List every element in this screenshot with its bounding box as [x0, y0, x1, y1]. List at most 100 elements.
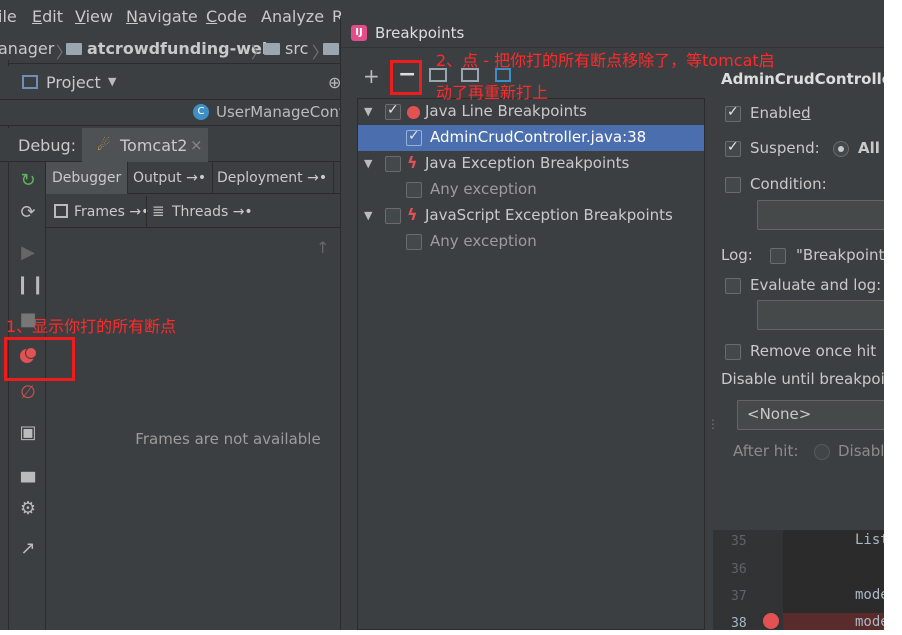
code-gutter: 35 36 37 38	[713, 530, 783, 630]
project-tool-header: Project ▼ ⊕	[0, 66, 341, 100]
line-number: 36	[731, 562, 747, 577]
condition-checkbox[interactable]	[725, 177, 741, 193]
divider	[146, 196, 147, 228]
suspend-all-label: All	[858, 139, 880, 157]
pin-tab-icon: →•	[307, 170, 328, 186]
tab-deployment[interactable]: Deployment →•	[211, 162, 335, 194]
line-number: 35	[731, 534, 747, 549]
chevron-down-icon[interactable]: ▼	[108, 75, 116, 88]
breakpoints-dialog: IJ Breakpoints + − ▼ Java Line Breakpoin…	[340, 18, 884, 630]
breadcrumb-project[interactable]: atcrowdfunding-web	[66, 39, 273, 58]
camera-icon[interactable]: ▣	[15, 420, 41, 446]
annotation-box-breakpoints-button	[4, 337, 75, 381]
evaluate-log-label: Evaluate and log:	[750, 276, 882, 294]
condition-input[interactable]	[757, 200, 884, 230]
suspend-label: Suspend:	[750, 139, 820, 157]
threads-icon: ≣	[152, 202, 165, 220]
chevron-down-icon[interactable]: ▼	[364, 209, 372, 222]
tree-label: Java Line Breakpoints	[425, 102, 587, 120]
remove-once-hit-checkbox[interactable]	[725, 344, 741, 360]
line-breakpoint-icon	[407, 106, 420, 119]
tree-label: Java Exception Breakpoints	[425, 154, 630, 172]
group-checkbox[interactable]	[385, 156, 401, 172]
layout-icon[interactable]: ▄	[15, 460, 41, 486]
debug-toolbar: ↻ ⟳ ▶ ❙❙ ■ ∅ ▣ ▄ ⚙ ↗	[9, 162, 46, 630]
line-number: 37	[731, 589, 747, 604]
menu-file[interactable]: ile	[0, 7, 17, 26]
menu-view[interactable]: View	[75, 7, 113, 26]
arrow-up-icon[interactable]: ↑	[316, 238, 329, 257]
restart-icon[interactable]: ⟳	[15, 200, 41, 226]
tree-group-java-exception[interactable]: ▼ ϟ Java Exception Breakpoints	[358, 151, 704, 177]
menu-edit[interactable]: Edit	[32, 7, 63, 26]
frames-icon	[54, 204, 68, 218]
breadcrumb-module[interactable]: anager	[0, 39, 54, 58]
breadcrumb-src[interactable]: src	[264, 39, 308, 58]
tomcat-icon: ☄	[97, 136, 111, 154]
folder-icon	[264, 43, 280, 55]
annotation-step1: 1、显示你打的所有断点	[6, 317, 177, 336]
debug-label: Debug:	[18, 136, 77, 155]
tree-item-any-exception[interactable]: Any exception	[358, 229, 704, 255]
chevron-down-icon[interactable]: ▼	[364, 157, 372, 170]
frames-tab[interactable]: Frames →•	[74, 204, 149, 220]
tree-label: JavaScript Exception Breakpoints	[425, 206, 673, 224]
chevron-down-icon[interactable]: ▼	[364, 105, 372, 118]
tree-group-js-exception[interactable]: ▼ ϟ JavaScript Exception Breakpoints	[358, 203, 704, 229]
tree-item-any-exception[interactable]: Any exception	[358, 177, 704, 203]
tab-output[interactable]: Output →•	[127, 162, 214, 194]
item-checkbox[interactable]	[406, 182, 422, 198]
log-message-checkbox[interactable]	[770, 248, 786, 264]
add-breakpoint-button[interactable]: +	[363, 64, 380, 88]
frames-threads-bar: Frames →• ≣ Threads →•	[46, 196, 340, 228]
details-header: AdminCrudController.	[721, 70, 884, 88]
pin-icon[interactable]: ↗	[15, 536, 41, 562]
item-checkbox[interactable]	[406, 234, 422, 250]
debug-tool-header: Debug: ☄ Tomcat2 ×	[0, 128, 340, 162]
group-checkbox[interactable]	[385, 208, 401, 224]
after-hit-disable-radio[interactable]	[814, 444, 830, 460]
rerun-icon[interactable]: ↻	[15, 168, 41, 194]
project-dropdown[interactable]: Project	[46, 73, 101, 92]
frames-pane: ↑	[46, 228, 340, 630]
log-label: Log:	[721, 246, 753, 264]
breakpoint-check-icon[interactable]	[763, 613, 779, 629]
line-number: 38	[731, 616, 747, 630]
condition-label: Condition:	[750, 175, 827, 193]
tree-label: AdminCrudController.java:38	[430, 128, 647, 146]
remove-once-hit-label: Remove once hit	[750, 342, 877, 360]
evaluate-input[interactable]	[757, 300, 884, 330]
threads-tab[interactable]: Threads →•	[172, 204, 253, 220]
menu-navigate[interactable]: Navigate	[126, 7, 198, 26]
exception-bolt-icon: ϟ	[407, 205, 418, 224]
tree-item-breakpoint[interactable]: AdminCrudController.java:38	[358, 125, 704, 151]
suspend-all-radio[interactable]	[833, 141, 849, 157]
resume-icon[interactable]: ▶	[15, 240, 41, 266]
class-icon: C	[193, 104, 209, 120]
settings-icon[interactable]: ⚙	[15, 496, 41, 522]
mute-breakpoints-icon[interactable]: ∅	[15, 380, 41, 406]
enabled-checkbox[interactable]	[725, 104, 741, 122]
breakpoint-details: AdminCrudController. Enabled Suspend: Al…	[717, 66, 884, 536]
menu-analyze[interactable]: Analyze	[261, 7, 324, 26]
disable-until-label: Disable until breakpoir	[721, 370, 884, 388]
tree-label: Any exception	[430, 232, 537, 250]
editor-tab[interactable]: UserManageCont	[216, 103, 345, 121]
after-hit-disable-label: Disable	[838, 442, 884, 460]
pause-icon[interactable]: ❙❙	[15, 272, 45, 298]
tree-label: Any exception	[430, 180, 537, 198]
breakpoint-checkbox[interactable]	[406, 128, 422, 146]
group-checkbox[interactable]	[385, 102, 401, 120]
code-line: mode	[855, 587, 884, 603]
tab-debugger[interactable]: Debugger	[46, 162, 129, 194]
breakpoints-tree: ▼ Java Line Breakpoints AdminCrudControl…	[357, 98, 705, 630]
evaluate-log-checkbox[interactable]	[725, 278, 741, 294]
editor-tab-strip: C UserManageCont	[0, 100, 345, 126]
close-icon[interactable]: ×	[190, 136, 203, 154]
debug-config-name: Tomcat2	[120, 136, 188, 155]
suspend-checkbox[interactable]	[725, 139, 741, 157]
project-icon	[22, 75, 38, 89]
dialog-title-bar: IJ Breakpoints	[341, 18, 884, 48]
dialog-title: Breakpoints	[375, 24, 465, 42]
menu-code[interactable]: Code	[206, 7, 247, 26]
